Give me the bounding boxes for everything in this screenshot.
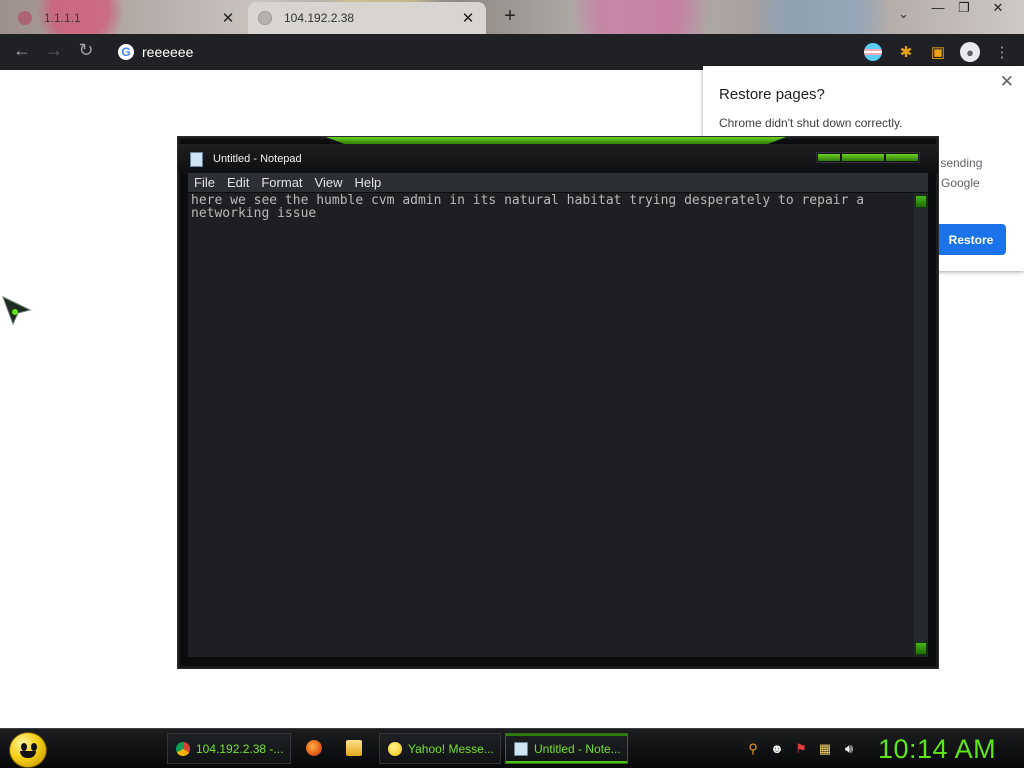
taskbar-button-yahoo-messenger[interactable]: Yahoo! Messe...	[379, 733, 501, 764]
restore-title: Restore pages?	[719, 86, 825, 103]
tab-title: 1.1.1.1	[44, 11, 81, 25]
tab-104-192-2-38[interactable]: 104.192.2.38 ✕	[248, 2, 486, 34]
minimize-icon[interactable]: —	[926, 0, 950, 15]
firefox-icon[interactable]	[306, 740, 322, 756]
address-bar[interactable]: G reeeeee	[110, 38, 850, 66]
tab-strip: 1.1.1.1 ✕ 104.192.2.38 ✕ + ⌄ — ❐ ✕	[0, 0, 1024, 34]
forward-arrow-icon[interactable]: →	[42, 40, 66, 61]
tab-favicon-icon	[258, 11, 272, 25]
flag-icon[interactable]: ⚑	[793, 741, 809, 757]
volume-icon[interactable]: 🔊︎	[841, 741, 857, 757]
start-button-smiley-icon[interactable]	[9, 732, 47, 768]
folder-icon[interactable]	[346, 740, 362, 756]
notepad-text-area[interactable]: here we see the humble cvm admin in its …	[188, 193, 914, 657]
side-panel-icon[interactable]: ▣	[928, 42, 948, 62]
restore-window-icon[interactable]: ❐	[952, 0, 976, 16]
close-tab-icon[interactable]: ✕	[460, 9, 476, 27]
vertical-scrollbar[interactable]	[914, 193, 928, 657]
new-tab-button[interactable]: +	[500, 5, 520, 28]
close-icon[interactable]: ✕	[1000, 72, 1014, 92]
tab-1-1-1-1[interactable]: 1.1.1.1 ✕	[8, 2, 246, 34]
chrome-icon	[176, 741, 190, 756]
extensions-puzzle-icon[interactable]: ✱	[896, 42, 916, 62]
extension-flag-icon[interactable]	[864, 43, 882, 61]
taskbar-label: 104.192.2.38 -...	[196, 741, 284, 756]
restore-partial-text: Google	[941, 176, 980, 190]
profile-avatar-icon[interactable]: ●	[960, 42, 980, 62]
messenger-status-icon[interactable]: ☻	[769, 741, 785, 756]
yahoo-messenger-icon	[388, 741, 402, 756]
notepad-titlebar[interactable]: Untitled - Notepad	[178, 144, 938, 174]
notepad-window: Untitled - Notepad File Edit Format View…	[178, 137, 938, 668]
close-window-icon[interactable]: ✕	[986, 0, 1010, 16]
back-arrow-icon[interactable]: ←	[10, 40, 34, 61]
taskbar-label: Yahoo! Messe...	[408, 741, 494, 756]
taskbar-button-chrome[interactable]: 104.192.2.38 -...	[167, 733, 291, 764]
tab-favicon-icon	[18, 11, 32, 25]
taskbar: 104.192.2.38 -... Yahoo! Messe... Untitl…	[0, 728, 1024, 768]
mouse-cursor-icon	[2, 296, 32, 326]
notepad-title: Untitled - Notepad	[213, 153, 302, 165]
menu-view[interactable]: View	[309, 175, 349, 190]
menu-help[interactable]: Help	[348, 175, 387, 190]
menu-edit[interactable]: Edit	[221, 175, 255, 190]
restore-message: Chrome didn't shut down correctly.	[719, 116, 903, 130]
network-icon[interactable]: ▦	[817, 741, 833, 757]
notepad-icon	[190, 152, 203, 167]
reload-icon[interactable]: ↻	[74, 40, 98, 61]
menu-file[interactable]: File	[188, 175, 221, 190]
taskbar-label: Untitled - Note...	[534, 741, 621, 756]
window-controls	[816, 152, 920, 163]
tab-search-chevron-icon[interactable]: ⌄	[898, 6, 909, 22]
notepad-menubar: File Edit Format View Help	[188, 173, 928, 192]
notepad-icon	[514, 741, 528, 756]
taskbar-clock[interactable]: 10:14 AM	[878, 734, 996, 765]
restore-button[interactable]: Restore	[936, 224, 1006, 255]
browser-toolbar: ← → ↻ G reeeeee ✱ ▣ ● ⋮	[0, 34, 1024, 70]
address-text: reeeeee	[142, 44, 194, 60]
scroll-down-button[interactable]	[915, 642, 927, 655]
tab-title: 104.192.2.38	[284, 11, 355, 25]
maximize-icon[interactable]	[842, 154, 884, 161]
taskbar-button-notepad[interactable]: Untitled - Note...	[505, 733, 628, 764]
close-tab-icon[interactable]: ✕	[220, 9, 236, 27]
close-icon[interactable]	[886, 154, 918, 161]
menu-kebab-icon[interactable]: ⋮	[992, 42, 1012, 62]
menu-format[interactable]: Format	[255, 175, 308, 190]
restore-partial-text: y sending	[931, 156, 983, 170]
minimize-icon[interactable]	[818, 154, 840, 161]
google-icon: G	[118, 44, 134, 60]
title-glow-accent	[326, 137, 786, 144]
scroll-up-button[interactable]	[915, 195, 927, 208]
search-icon[interactable]: ⚲	[745, 741, 761, 757]
